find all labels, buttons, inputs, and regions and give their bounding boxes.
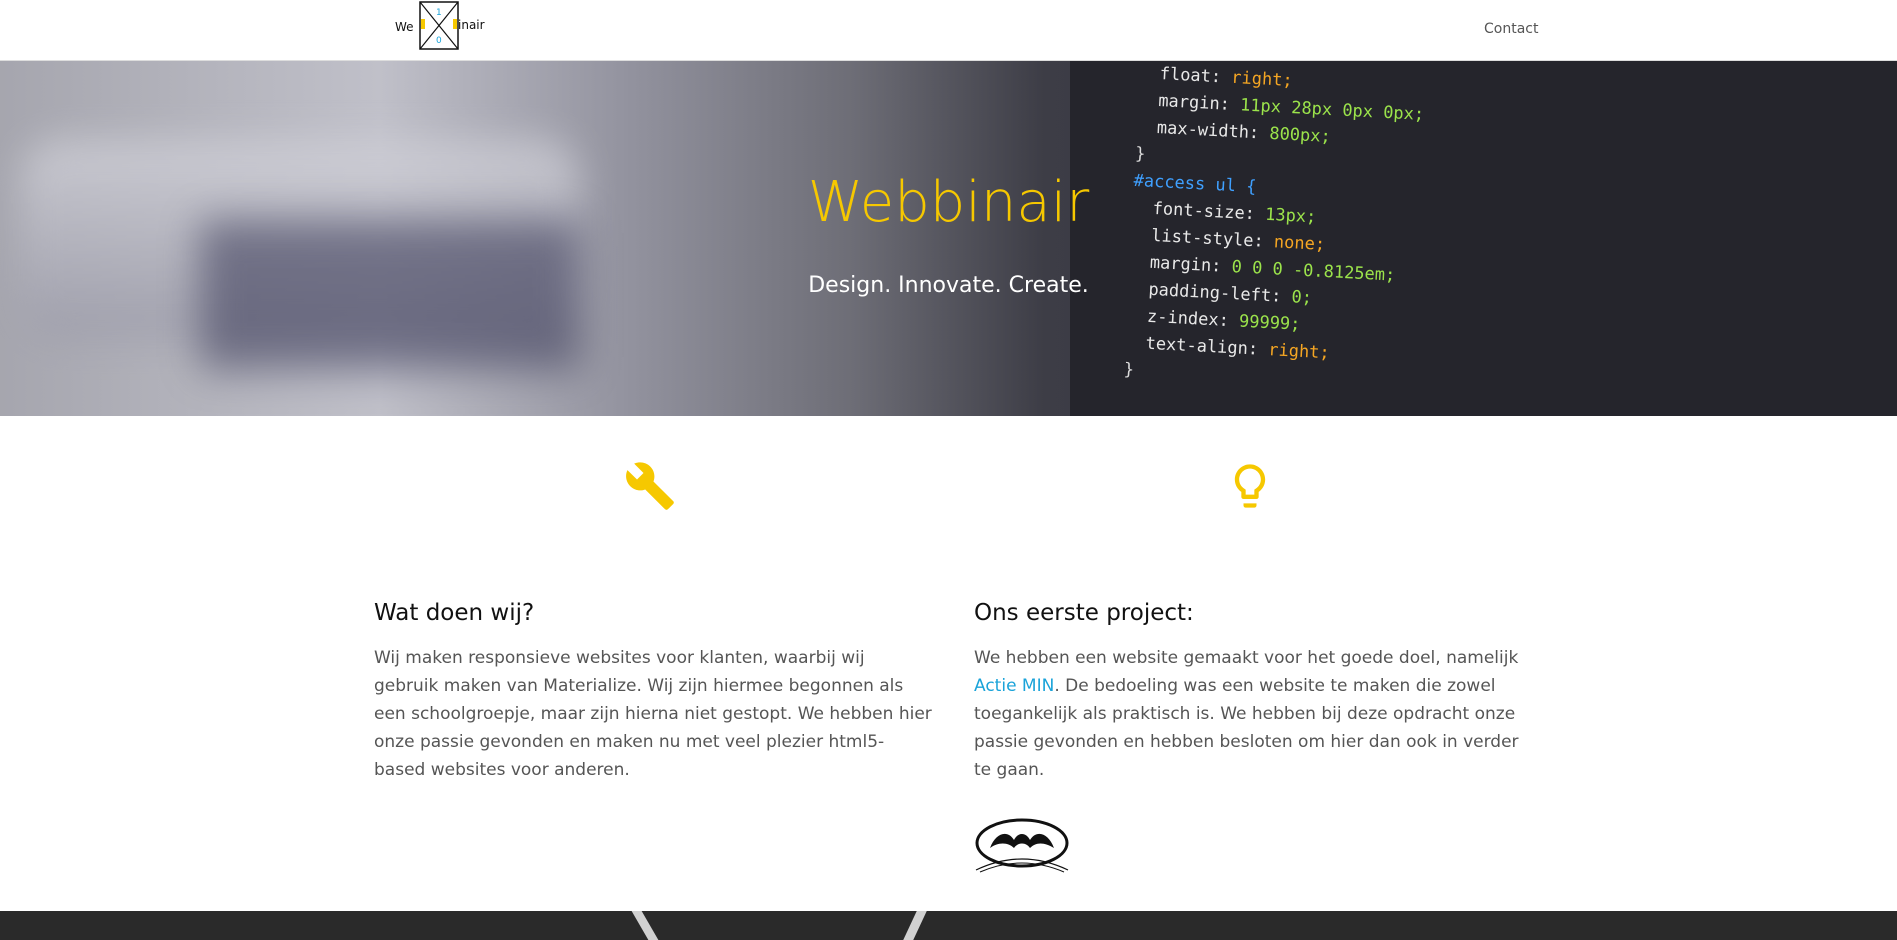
feature-what-we-do: Wat doen wij? Wij maken responsieve webs…	[374, 460, 934, 784]
hero-title: Webbinair	[807, 170, 1090, 235]
logo-mark-icon: 1 0	[419, 1, 459, 50]
feature-text: Wij maken responsieve websites voor klan…	[374, 648, 932, 780]
footer-image-band	[0, 911, 1897, 940]
feature-first-project: Ons eerste project: We hebben een websit…	[974, 460, 1534, 878]
contact-link[interactable]: Contact	[1484, 21, 1538, 37]
footer-chalk-line	[631, 911, 659, 940]
feature-text-before: We hebben een website gemaakt voor het g…	[974, 648, 1519, 668]
site-logo[interactable]: We 1 0 inair	[395, 1, 505, 53]
top-navbar: We 1 0 inair Contact	[0, 0, 1897, 61]
feature-text-after: . De bedoeling was een website te maken …	[974, 676, 1519, 780]
logo-text-left: We	[395, 20, 414, 34]
logo-digit-bottom: 0	[436, 36, 442, 46]
wrench-icon	[626, 462, 674, 510]
lightbulb-icon	[1234, 464, 1266, 508]
feature-icon-container	[974, 460, 1534, 520]
footer-chalk-line	[903, 911, 927, 940]
feature-title: Ons eerste project:	[974, 600, 1194, 626]
hero-subtitle: Design. Innovate. Create.	[808, 273, 1089, 298]
logo-text-right: inair	[458, 18, 485, 32]
actie-min-logo-icon[interactable]	[974, 818, 1072, 874]
logo-digit-top: 1	[436, 8, 442, 18]
feature-icon-container	[374, 460, 934, 520]
hero-banner: float: right; margin: 11px 28px 0px 0px;…	[0, 60, 1897, 416]
actie-min-link[interactable]: Actie MIN	[974, 676, 1054, 696]
feature-title: Wat doen wij?	[374, 600, 535, 626]
feature-text: We hebben een website gemaakt voor het g…	[974, 644, 1534, 784]
